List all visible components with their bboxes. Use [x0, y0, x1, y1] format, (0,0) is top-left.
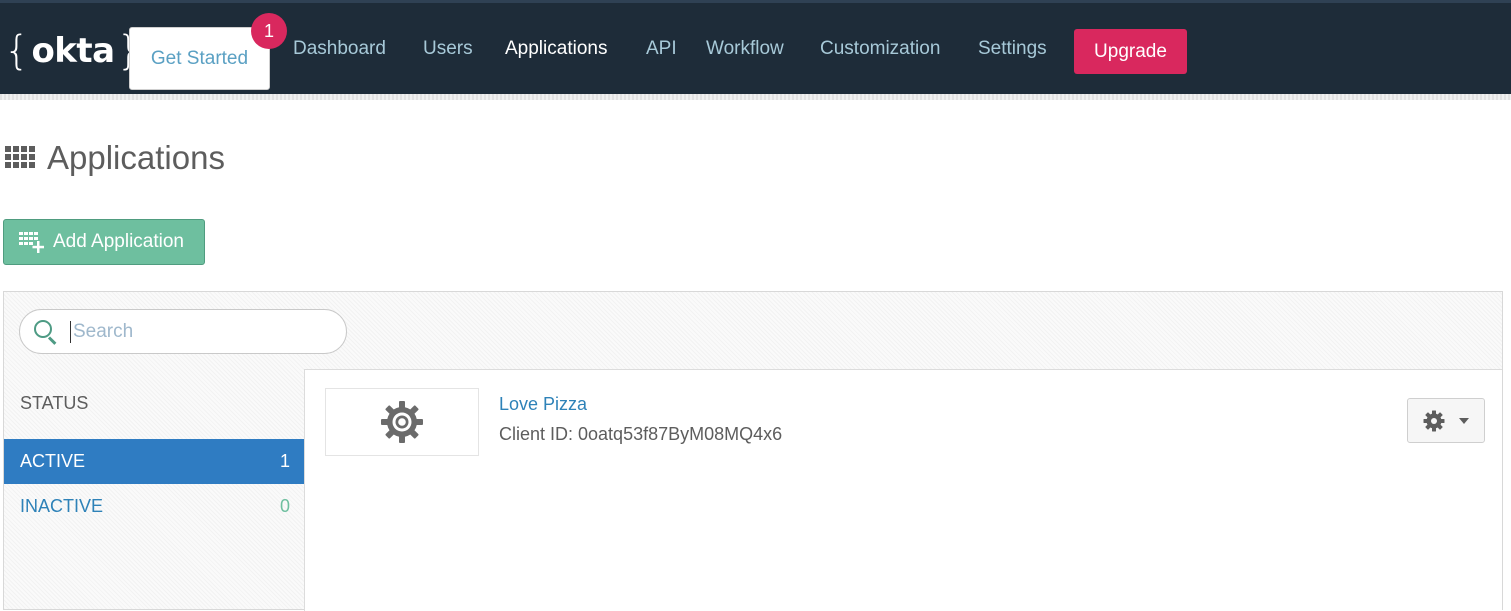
status-heading: STATUS	[20, 393, 89, 413]
page-title: Applications	[47, 139, 225, 176]
applications-panel: STATUS ACTIVE 1 INACTIVE 0	[3, 291, 1503, 611]
logo-brace-open: {	[4, 28, 30, 74]
status-filter-sidebar: STATUS ACTIVE 1 INACTIVE 0	[4, 369, 304, 611]
nav-api[interactable]: API	[646, 38, 677, 64]
gear-icon	[1423, 410, 1445, 431]
search-box[interactable]	[19, 309, 347, 354]
filter-inactive[interactable]: INACTIVE 0	[4, 484, 304, 529]
nav-users[interactable]: Users	[423, 38, 473, 64]
upgrade-button[interactable]: Upgrade	[1074, 29, 1187, 74]
app-actions-dropdown[interactable]	[1407, 398, 1485, 443]
chevron-down-icon	[1459, 417, 1469, 424]
add-application-label: Add Application	[53, 231, 184, 252]
nav-applications[interactable]: Applications	[505, 38, 607, 64]
get-started-badge: 1	[251, 13, 287, 49]
app-logo[interactable]	[325, 388, 479, 456]
nav-settings[interactable]: Settings	[978, 38, 1047, 64]
search-input[interactable]	[70, 320, 320, 343]
app-name-link[interactable]: Love Pizza	[499, 394, 587, 415]
okta-logo[interactable]: { okta }	[4, 29, 142, 73]
top-nav-bar: { okta } Get Started 1 Dashboard Users A…	[0, 0, 1511, 94]
app-list: Love Pizza Client ID: 0oatq53f87ByM08MQ4…	[304, 369, 1502, 611]
grid-icon	[5, 146, 37, 170]
filter-inactive-count: 0	[279, 496, 290, 516]
add-application-button[interactable]: Add Application	[3, 219, 205, 265]
filter-active[interactable]: ACTIVE 1	[4, 439, 304, 484]
filter-active-count: 1	[279, 451, 290, 471]
app-client-id: Client ID: 0oatq53f87ByM08MQ4x6	[499, 424, 783, 444]
nav-customization[interactable]: Customization	[820, 38, 940, 64]
filter-active-label: ACTIVE	[20, 451, 86, 471]
search-icon	[34, 319, 58, 345]
nav-workflow[interactable]: Workflow	[706, 38, 784, 64]
nav-divider	[0, 94, 1511, 100]
add-app-icon	[19, 231, 45, 253]
nav-dashboard[interactable]: Dashboard	[293, 38, 386, 64]
get-started-button[interactable]: Get Started	[129, 27, 270, 90]
gear-icon	[381, 401, 423, 443]
filter-inactive-label: INACTIVE	[20, 496, 104, 516]
logo-wordmark: okta	[31, 31, 115, 71]
page-header: Applications	[5, 138, 225, 178]
